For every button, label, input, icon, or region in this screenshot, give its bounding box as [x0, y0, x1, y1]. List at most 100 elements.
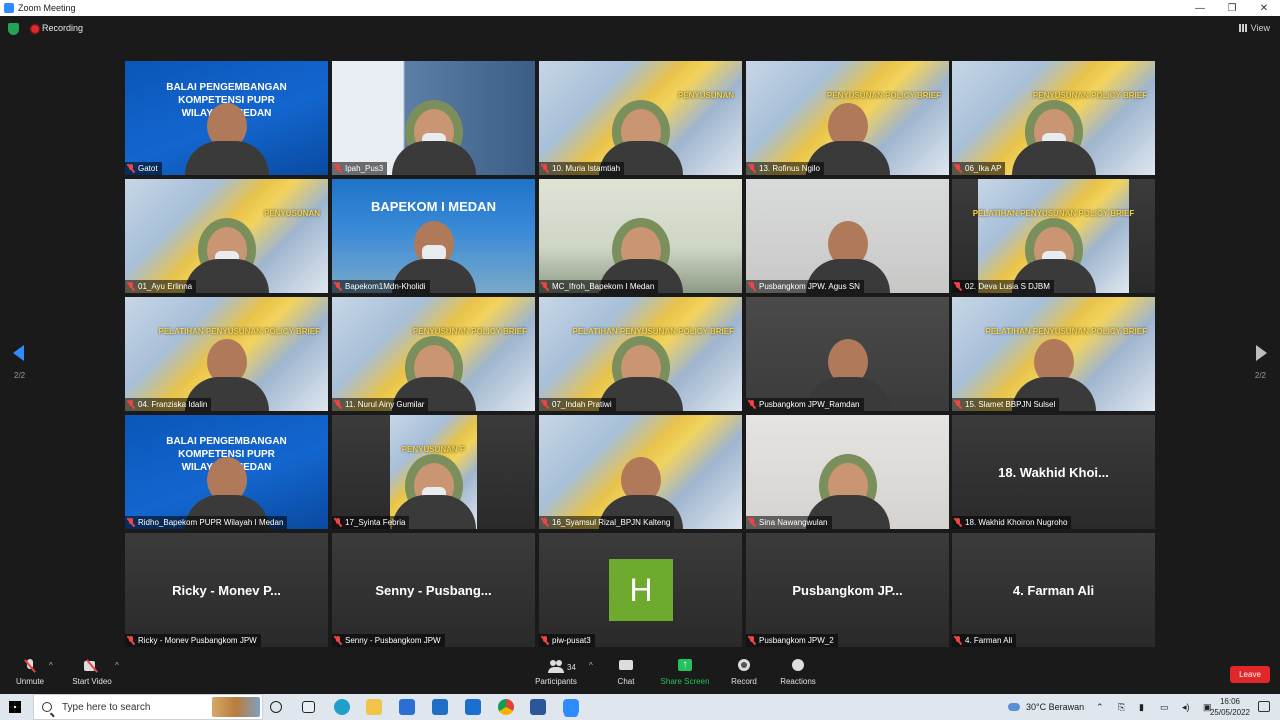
participant-tile[interactable]: PELATIHAN PENYUSUNAN POLICY BRIEF 07_Inda…	[539, 297, 742, 411]
muted-microphone-icon	[954, 164, 962, 173]
meeting-topbar: Recording View	[0, 16, 1280, 42]
participant-tile[interactable]: PELATIHAN PENYUSUNAN POLICY BRIEF 15. Sla…	[952, 297, 1155, 411]
windows-taskbar: Type here to search 30°C Berawan ⌃ ⎘ ▮ ▭…	[0, 694, 1280, 720]
participant-name-label: 17_Syinta Febria	[332, 516, 410, 529]
participants-button[interactable]: Participants	[521, 659, 591, 686]
microphone-tray-icon[interactable]: ▮	[1139, 694, 1144, 720]
participant-name-label: 10. Muria Istamtiah	[539, 162, 625, 175]
taskbar-search-box[interactable]: Type here to search	[33, 694, 263, 720]
muted-microphone-icon	[954, 636, 962, 645]
reactions-smiley-icon	[790, 659, 806, 673]
participant-name: 04. Franziska Idalin	[138, 400, 208, 409]
participant-tile[interactable]: PENYUSUNAN 01_Ayu Erlinna	[125, 179, 328, 293]
edge-browser-icon[interactable]	[334, 699, 350, 715]
volume-icon[interactable]: ◂)	[1182, 694, 1190, 720]
weather-widget[interactable]: 30°C Berawan	[1008, 694, 1084, 720]
previous-page-arrow-icon[interactable]	[13, 345, 24, 361]
muted-microphone-icon	[954, 400, 962, 409]
participant-name: 02. Deva Lusia S DJBM	[965, 282, 1050, 291]
participant-tile[interactable]: 4. Farman Ali 4. Farman Ali	[952, 533, 1155, 647]
restore-button[interactable]: ❐	[1216, 0, 1248, 16]
participant-tile[interactable]: PENYUSUNAN POLICY BRIEF 06_Ika AP	[952, 61, 1155, 175]
video-options-caret[interactable]: ^	[115, 661, 119, 670]
participant-tile[interactable]: PENYUSUNAN P 17_Syinta Febria	[332, 415, 535, 529]
participant-tile[interactable]: Ipah_Pus3	[332, 61, 535, 175]
app-icon[interactable]	[465, 699, 481, 715]
participant-name: Sina Nawangwulan	[759, 518, 828, 527]
muted-microphone-icon	[541, 282, 549, 291]
window-title: Zoom Meeting	[18, 3, 76, 13]
participant-tile[interactable]: Sina Nawangwulan	[746, 415, 949, 529]
participant-name: 16_Syamsul Rizal_BPJN Kalteng	[552, 518, 671, 527]
reactions-label: Reactions	[780, 677, 816, 686]
person-body	[391, 141, 476, 175]
participant-tile[interactable]: 16_Syamsul Rizal_BPJN Kalteng	[539, 415, 742, 529]
record-label: Record	[731, 677, 757, 686]
tray-chevron-icon[interactable]: ⌃	[1096, 694, 1104, 720]
participant-name-label: 13. Rofinus Ngilo	[746, 162, 824, 175]
participant-tile[interactable]: Hpiw-pusat3	[539, 533, 742, 647]
background-banner-text: BAPEKOM I MEDAN	[371, 199, 496, 214]
share-screen-icon	[677, 659, 693, 673]
participant-tile[interactable]: Pusbangkom JPW. Agus SN	[746, 179, 949, 293]
muted-microphone-icon	[748, 282, 756, 291]
windows-start-icon[interactable]	[9, 701, 21, 713]
unmute-button[interactable]: Unmute	[0, 659, 65, 686]
weather-label: 30°C Berawan	[1026, 702, 1085, 712]
participant-name: Ridho_Bapekom PUPR Wilayah I Medan	[138, 518, 284, 527]
muted-microphone-icon	[334, 636, 342, 645]
notification-center-icon[interactable]	[1258, 701, 1270, 712]
word-icon[interactable]	[530, 699, 546, 715]
participant-name-label: Pusbangkom JPW. Agus SN	[746, 280, 864, 293]
zoom-taskbar-icon[interactable]	[563, 699, 579, 715]
participant-name-label: Sina Nawangwulan	[746, 516, 832, 529]
network-icon[interactable]: ⎘	[1118, 694, 1125, 720]
participant-tile[interactable]: BALAI PENGEMBANGAN KOMPETENSI PUPR WILAY…	[125, 415, 328, 529]
participant-name-label: 4. Farman Ali	[952, 634, 1017, 647]
clock-date: 25/05/2022	[1209, 708, 1250, 717]
participant-tile[interactable]: PELATIHAN PENYUSUNAN POLICY BRIEF 04. Fra…	[125, 297, 328, 411]
participant-name: piw-pusat3	[552, 636, 591, 645]
mail-icon[interactable]	[432, 699, 448, 715]
security-shield-icon[interactable]	[8, 23, 19, 35]
system-clock[interactable]: 16:06 25/05/2022	[1210, 696, 1250, 718]
task-view-icon[interactable]	[302, 701, 315, 713]
leave-button[interactable]: Leave	[1230, 666, 1270, 683]
file-explorer-icon[interactable]	[366, 699, 382, 715]
participant-tile[interactable]: MC_Ifroh_Bapekom I Medan	[539, 179, 742, 293]
participants-count: 34	[567, 663, 576, 672]
share-screen-label: Share Screen	[660, 677, 710, 686]
participants-icon	[548, 659, 564, 673]
chrome-icon[interactable]	[498, 699, 514, 715]
participant-tile[interactable]: 18. Wakhid Khoi... 18. Wakhid Khoiron Nug…	[952, 415, 1155, 529]
participant-tile[interactable]: Senny - Pusbang... Senny - Pusbangkom JPW	[332, 533, 535, 647]
participant-tile[interactable]: PENYUSUNAN 10. Muria Istamtiah	[539, 61, 742, 175]
muted-microphone-icon	[22, 659, 38, 673]
participant-tile[interactable]: PENYUSUNAN POLICY BRIEF 11. Nurul Ainy Gu…	[332, 297, 535, 411]
muted-microphone-icon	[954, 282, 962, 291]
minimize-button[interactable]: —	[1184, 0, 1216, 16]
close-button[interactable]: ✕	[1248, 0, 1280, 16]
audio-options-caret[interactable]: ^	[49, 661, 53, 670]
cortana-icon[interactable]	[270, 701, 282, 713]
participant-tile[interactable]: Pusbangkom JP... Pusbangkom JPW_2	[746, 533, 949, 647]
participant-name: 15. Slamet BBPJN Sulsel	[965, 400, 1056, 409]
page-indicator-left: 2/2	[14, 371, 26, 380]
participant-name: Pusbangkom JPW. Agus SN	[759, 282, 860, 291]
muted-microphone-icon	[541, 636, 549, 645]
participant-tile[interactable]: BALAI PENGEMBANGAN KOMPETENSI PUPR WILAY…	[125, 61, 328, 175]
reactions-button[interactable]: Reactions	[763, 659, 833, 686]
muted-microphone-icon	[334, 518, 342, 527]
participant-name-label: Gatot	[125, 162, 162, 175]
participant-tile[interactable]: PELATIHAN PENYUSUNAN POLICY BRIEF 02. Dev…	[952, 179, 1155, 293]
participant-tile[interactable]: Ricky - Monev P... Ricky - Monev Pusbangk…	[125, 533, 328, 647]
display-tray-icon[interactable]: ▭	[1160, 694, 1169, 720]
store-icon[interactable]	[399, 699, 415, 715]
participant-name: 4. Farman Ali	[965, 636, 1013, 645]
view-button[interactable]: View	[1238, 23, 1270, 33]
next-page-arrow-icon[interactable]	[1256, 345, 1267, 361]
participant-tile[interactable]: PENYUSUNAN POLICY BRIEF 13. Rofinus Ngilo	[746, 61, 949, 175]
participant-tile[interactable]: Pusbangkom JPW_Ramdan	[746, 297, 949, 411]
participant-tile[interactable]: BAPEKOM I MEDAN Bapekom1Mdn-Kholidi	[332, 179, 535, 293]
participant-name: 06_Ika AP	[965, 164, 1002, 173]
